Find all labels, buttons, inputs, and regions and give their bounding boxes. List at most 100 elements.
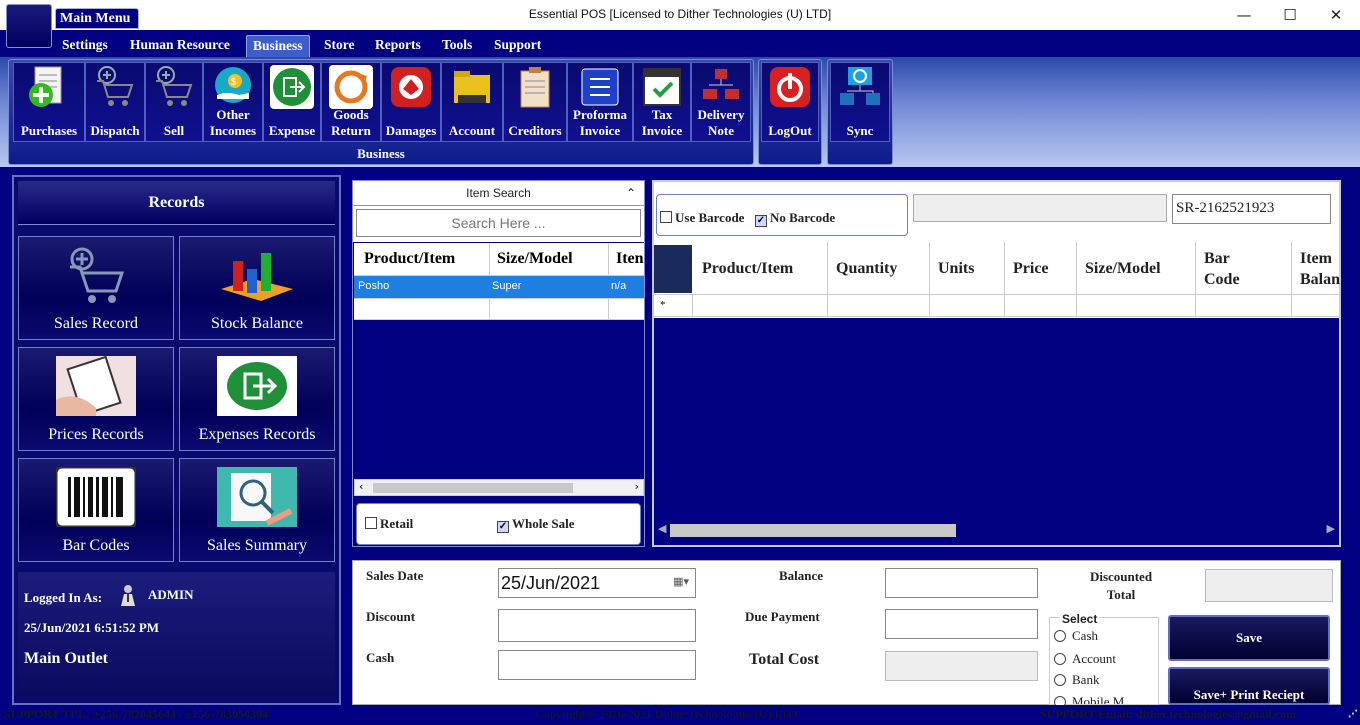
- item-grid-header: Product/Item Size/Model Iten: [354, 243, 644, 276]
- sales-summary-tile[interactable]: Sales Summary: [179, 458, 335, 562]
- logout-button[interactable]: LogOut: [761, 62, 819, 142]
- delivery-note-button[interactable]: Delivery Note: [691, 62, 751, 142]
- sync-label: Sync: [846, 123, 874, 138]
- exit-icon: [217, 356, 297, 416]
- search-input[interactable]: [356, 209, 641, 237]
- cash-label: Cash: [366, 650, 395, 665]
- cash-radio[interactable]: [1054, 630, 1066, 642]
- save-print-receipt-button[interactable]: Save+ Print Reciept: [1168, 667, 1330, 705]
- other-incomes-button[interactable]: $ Other Incomes: [203, 62, 263, 142]
- col-product-item[interactable]: Product/Item: [364, 250, 455, 268]
- account-button[interactable]: Account: [441, 62, 503, 142]
- col-quantity[interactable]: Quantity: [836, 260, 897, 278]
- prices-records-tile[interactable]: Prices Records: [18, 347, 174, 451]
- tax-invoice-button[interactable]: Tax Invoice: [633, 62, 691, 142]
- minimize-button[interactable]: —: [1221, 2, 1267, 28]
- wholesale-option[interactable]: ✓ Whole Sale: [497, 516, 574, 533]
- bank-radio[interactable]: [1054, 674, 1066, 686]
- sales-record-label: Sales Record: [54, 315, 138, 332]
- menu-store[interactable]: Store: [318, 35, 361, 57]
- scroll-right-icon[interactable]: ▶: [1327, 522, 1335, 535]
- bar-codes-tile[interactable]: Bar Codes: [18, 458, 174, 562]
- records-header: Records: [18, 181, 335, 225]
- use-barcode-checkbox[interactable]: [660, 211, 672, 223]
- scroll-thumb[interactable]: [670, 524, 956, 537]
- menu-settings[interactable]: Settings: [56, 35, 114, 57]
- sell-button[interactable]: Sell: [145, 62, 203, 142]
- no-barcode-checkbox[interactable]: ✓: [755, 215, 767, 227]
- ribbon: Purchases Dispatch Sell $ Other Incomes E…: [0, 57, 1360, 167]
- svg-text:$: $: [231, 77, 236, 88]
- col-size-model[interactable]: Size/Model: [1085, 260, 1161, 278]
- select-all-cell[interactable]: [654, 245, 692, 293]
- collapse-icon[interactable]: ⌃: [626, 181, 636, 206]
- proforma-invoice-button[interactable]: Proforma Invoice: [567, 62, 633, 142]
- col-item-balance[interactable]: Item Balan: [1300, 248, 1340, 292]
- no-barcode-option[interactable]: ✓ No Barcode: [755, 210, 835, 227]
- cash-input[interactable]: [498, 650, 696, 680]
- stock-balance-label: Stock Balance: [211, 315, 303, 332]
- resize-grip-icon[interactable]: ⋰: [1348, 709, 1358, 720]
- col-product-item[interactable]: Product/Item: [702, 260, 793, 278]
- exit-icon: [270, 65, 314, 109]
- scroll-left-icon[interactable]: ◀: [658, 522, 666, 535]
- title-bar: Essential POS [Licensed to Dither Techno…: [0, 0, 1360, 30]
- calendar-icon[interactable]: ▦▾: [673, 575, 689, 588]
- save-button[interactable]: Save: [1168, 615, 1330, 661]
- stock-balance-tile[interactable]: Stock Balance: [179, 236, 335, 340]
- bank-option-label: Bank: [1072, 672, 1100, 687]
- item-grid: Product/Item Size/Model Iten Posho Super…: [354, 243, 644, 320]
- creditors-button[interactable]: Creditors: [503, 62, 567, 142]
- scroll-thumb[interactable]: [373, 483, 573, 493]
- new-row[interactable]: *: [654, 295, 1339, 317]
- col-bar-code[interactable]: Bar Code: [1204, 248, 1248, 290]
- due-payment-field[interactable]: [885, 609, 1038, 639]
- discounted-total-label: Discounted Total: [1089, 569, 1153, 602]
- col-units[interactable]: Units: [938, 260, 974, 278]
- use-barcode-option[interactable]: Use Barcode: [660, 210, 744, 226]
- app-menu-button[interactable]: [6, 4, 52, 48]
- account-radio[interactable]: [1054, 653, 1066, 665]
- goods-return-button[interactable]: Goods Return: [321, 62, 381, 142]
- menu-tools[interactable]: Tools: [436, 35, 478, 57]
- barcode-input[interactable]: [913, 194, 1167, 222]
- expenses-records-tile[interactable]: Expenses Records: [179, 347, 335, 451]
- cash-option-label: Cash: [1072, 628, 1098, 643]
- cart-panel: Use Barcode ✓ No Barcode SR-2162521923 Pr…: [652, 180, 1341, 547]
- col-price[interactable]: Price: [1013, 260, 1049, 278]
- table-row-empty[interactable]: [354, 298, 644, 320]
- scroll-left-icon[interactable]: ‹: [359, 480, 363, 493]
- discount-input[interactable]: [498, 609, 696, 642]
- dispatch-button[interactable]: Dispatch: [85, 62, 145, 142]
- cart-horizontal-scrollbar[interactable]: ◀ ▶: [654, 522, 1339, 539]
- menu-business[interactable]: Business: [246, 35, 310, 57]
- menu-support[interactable]: Support: [488, 35, 547, 57]
- sync-button[interactable]: Sync: [830, 62, 890, 142]
- table-row[interactable]: Posho Super n/a: [354, 276, 644, 298]
- maximize-button[interactable]: ☐: [1267, 2, 1313, 28]
- col-item-balance[interactable]: Iten: [616, 250, 644, 268]
- sales-date-value: 25/Jun/2021: [501, 573, 601, 593]
- damages-button[interactable]: Damages: [381, 62, 441, 142]
- wholesale-checkbox[interactable]: ✓: [497, 521, 509, 533]
- horizontal-scrollbar[interactable]: ‹ ›: [354, 479, 644, 496]
- main-menu-tab[interactable]: Main Menu: [55, 8, 139, 29]
- clipboard-icon: [513, 65, 557, 109]
- money-hand-icon: $: [211, 65, 255, 109]
- retail-checkbox[interactable]: [365, 517, 377, 529]
- close-button[interactable]: ✕: [1313, 2, 1359, 28]
- expense-button[interactable]: Expense: [263, 62, 321, 142]
- sales-record-tile[interactable]: Sales Record: [18, 236, 174, 340]
- support-email: SUPPORT Email: dither.technologies@gmail…: [1040, 707, 1297, 721]
- balance-field[interactable]: [885, 568, 1038, 598]
- sales-date-picker[interactable]: 25/Jun/2021 ▦▾: [498, 568, 696, 598]
- purchases-button[interactable]: Purchases: [13, 62, 85, 142]
- col-size-model[interactable]: Size/Model: [497, 250, 573, 268]
- bar-chart-icon: [217, 245, 297, 305]
- user-icon: [120, 584, 136, 606]
- retail-option[interactable]: Retail: [365, 516, 413, 532]
- sales-date-label: Sales Date: [366, 568, 424, 583]
- scroll-right-icon[interactable]: ›: [635, 480, 639, 493]
- menu-human-resource[interactable]: Human Resource: [124, 35, 236, 57]
- menu-reports[interactable]: Reports: [369, 35, 427, 57]
